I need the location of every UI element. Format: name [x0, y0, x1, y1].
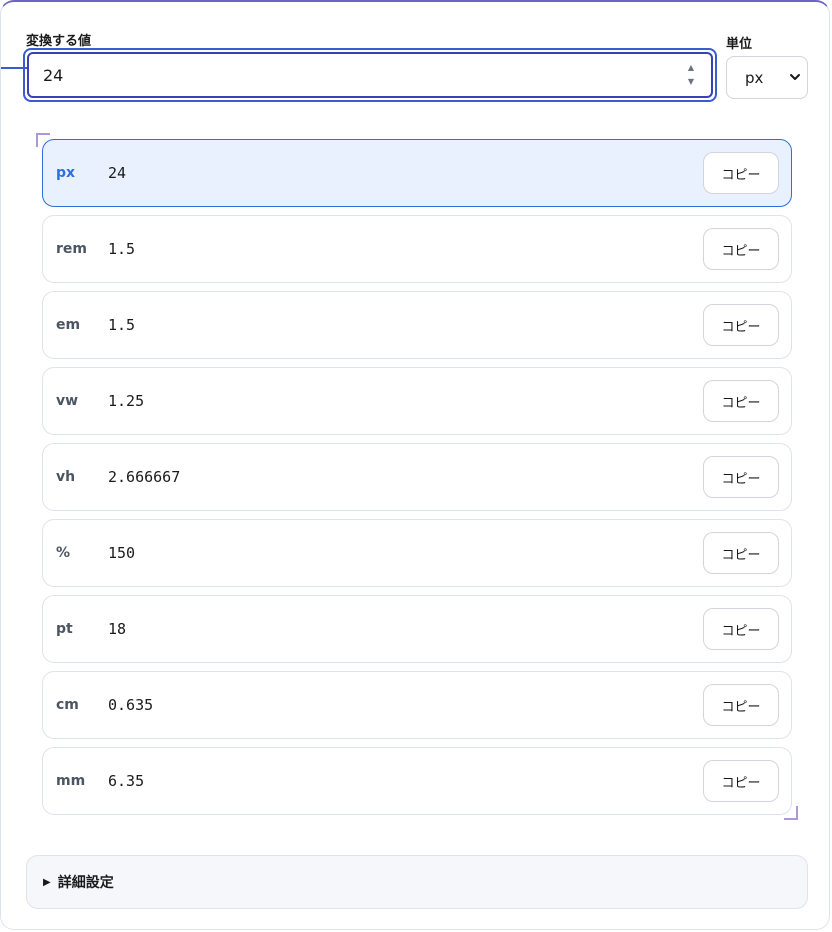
unit-select-value: px: [745, 68, 764, 87]
triangle-right-icon: ▶: [43, 876, 51, 888]
result-value: 2.666667: [108, 468, 181, 486]
result-unit: vh: [56, 469, 76, 485]
result-value: 0.635: [108, 696, 154, 714]
unit-select[interactable]: px: [726, 56, 808, 99]
result-value: 6.35: [108, 772, 145, 790]
spinner-down-icon[interactable]: ▼: [688, 78, 694, 86]
copy-button[interactable]: コピー: [703, 684, 779, 726]
result-row-8: mm 6.35 コピー: [42, 747, 792, 815]
converter-panel: 変換する値 単位 ▲ ▼ px px 24 コピー rem 1.5 コピー em 1.5 コピー…: [0, 0, 830, 930]
result-row-1: rem 1.5 コピー: [42, 215, 792, 283]
details-label: 詳細設定: [57, 875, 114, 891]
result-row-0: px 24 コピー: [42, 139, 792, 207]
result-unit: em: [56, 317, 81, 333]
result-value: 1.5: [108, 316, 136, 334]
result-row-5: % 150 コピー: [42, 519, 792, 587]
copy-button[interactable]: コピー: [703, 228, 779, 270]
results-list: px 24 コピー rem 1.5 コピー em 1.5 コピー vw 1.25 コピー vh 2.666…: [42, 139, 792, 823]
value-input-box: ▲ ▼: [27, 52, 713, 98]
result-value: 24: [108, 164, 127, 182]
copy-button[interactable]: コピー: [703, 608, 779, 650]
unit-label: 単位: [726, 37, 753, 52]
copy-button[interactable]: コピー: [703, 456, 779, 498]
result-value: 1.5: [108, 240, 136, 258]
result-row-7: cm 0.635 コピー: [42, 671, 792, 739]
value-input-focus-ring: ▲ ▼: [23, 48, 717, 102]
result-unit: pt: [56, 621, 73, 637]
details-toggle[interactable]: ▶ 詳細設定: [26, 855, 808, 909]
copy-button[interactable]: コピー: [703, 304, 779, 346]
result-value: 18: [108, 620, 127, 638]
result-unit: %: [56, 545, 71, 561]
result-value: 1.25: [108, 392, 145, 410]
result-unit: px: [56, 165, 76, 181]
value-label: 変換する値: [26, 34, 92, 49]
spinner-up-icon[interactable]: ▲: [688, 64, 694, 72]
value-input[interactable]: [29, 54, 711, 96]
copy-button[interactable]: コピー: [703, 152, 779, 194]
result-unit: vw: [56, 393, 79, 409]
copy-button[interactable]: コピー: [703, 380, 779, 422]
chevron-down-icon: [790, 74, 800, 80]
result-row-4: vh 2.666667 コピー: [42, 443, 792, 511]
copy-button[interactable]: コピー: [703, 532, 779, 574]
result-value: 150: [108, 544, 136, 562]
result-row-2: em 1.5 コピー: [42, 291, 792, 359]
number-spinner[interactable]: ▲ ▼: [685, 64, 697, 86]
result-row-6: pt 18 コピー: [42, 595, 792, 663]
result-unit: rem: [56, 241, 87, 257]
result-row-3: vw 1.25 コピー: [42, 367, 792, 435]
copy-button[interactable]: コピー: [703, 760, 779, 802]
result-unit: mm: [56, 773, 86, 789]
result-unit: cm: [56, 697, 79, 713]
